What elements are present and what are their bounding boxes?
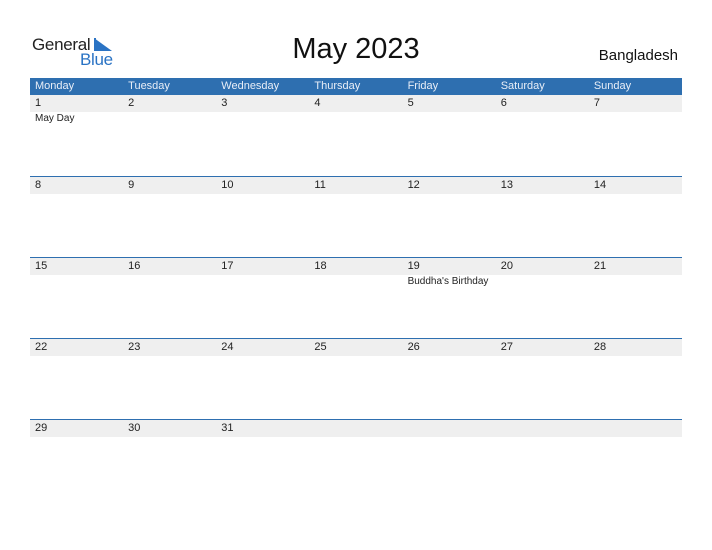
holiday-label [589,112,682,126]
weekday-thursday: Thursday [314,80,361,92]
calendar-grid: Monday Tuesday Wednesday Thursday Friday… [30,78,682,500]
week-row: 8 9 10 11 12 13 14 [30,176,682,257]
day-number: 28 [593,341,607,353]
week-row: 1 2 3 4 5 6 7 May Day [30,95,682,176]
day-number-strip: 22 23 24 25 26 27 28 [30,339,682,356]
event-row: May Day [30,112,682,126]
day-number: 13 [500,179,513,191]
day-number: 18 [314,260,327,272]
day-number: 25 [314,341,327,353]
day-number: 2 [128,97,135,109]
day-number: 19 [407,260,420,272]
holiday-label [123,275,216,289]
holiday-label [496,275,589,289]
day-number: 27 [500,341,513,353]
holiday-label [589,275,682,289]
weekday-header: Monday Tuesday Wednesday Thursday Friday… [30,78,682,95]
day-number: 7 [593,97,600,109]
day-number: 30 [128,422,141,434]
week-row: 29 30 31 [30,419,682,500]
weekday-monday: Monday [35,80,75,92]
day-number-strip: 29 30 31 [30,420,682,437]
day-number-strip: 1 2 3 4 5 6 7 [30,95,682,112]
day-number: 3 [221,97,228,109]
day-number [403,420,496,437]
day-number: 9 [128,179,135,191]
day-number-strip: 8 9 10 11 12 13 14 [30,177,682,194]
holiday-label [123,112,216,126]
weekday-sunday: Sunday [593,80,632,92]
day-number: 15 [35,260,48,272]
day-number: 17 [221,260,234,272]
weekday-tuesday: Tuesday [128,80,170,92]
weekday-saturday: Saturday [500,80,545,92]
holiday-label: Buddha's Birthday [407,276,489,287]
holiday-label [216,275,309,289]
day-number: 8 [35,179,42,191]
day-number [309,420,402,437]
day-number: 24 [221,341,234,353]
day-number [496,420,589,437]
weekday-wednesday: Wednesday [221,80,280,92]
day-number: 1 [35,97,42,109]
week-row: 22 23 24 25 26 27 28 [30,338,682,419]
holiday-label: May Day [35,113,75,124]
day-number: 5 [407,97,414,109]
day-number: 20 [500,260,513,272]
country-label: Bangladesh [598,47,678,64]
day-number-strip: 15 16 17 18 19 20 21 [30,258,682,275]
day-number: 22 [35,341,48,353]
day-number: 10 [221,179,234,191]
day-number [589,420,682,437]
day-number: 21 [593,260,607,272]
day-number: 16 [128,260,141,272]
day-number: 29 [35,422,48,434]
day-number: 4 [314,97,321,109]
day-number: 6 [500,97,507,109]
day-number: 26 [407,341,420,353]
holiday-label [403,112,496,126]
holiday-label [216,112,309,126]
holiday-label [309,112,402,126]
event-row: Buddha's Birthday [30,275,682,289]
day-number: 14 [593,179,607,191]
holiday-label [309,275,402,289]
day-number: 12 [407,179,420,191]
day-number: 23 [128,341,141,353]
holiday-label [496,112,589,126]
week-row: 15 16 17 18 19 20 21 Buddha's Birthday [30,257,682,338]
holiday-label [30,275,123,289]
weekday-friday: Friday [407,80,439,92]
day-number: 31 [221,422,234,434]
day-number: 11 [314,179,326,191]
